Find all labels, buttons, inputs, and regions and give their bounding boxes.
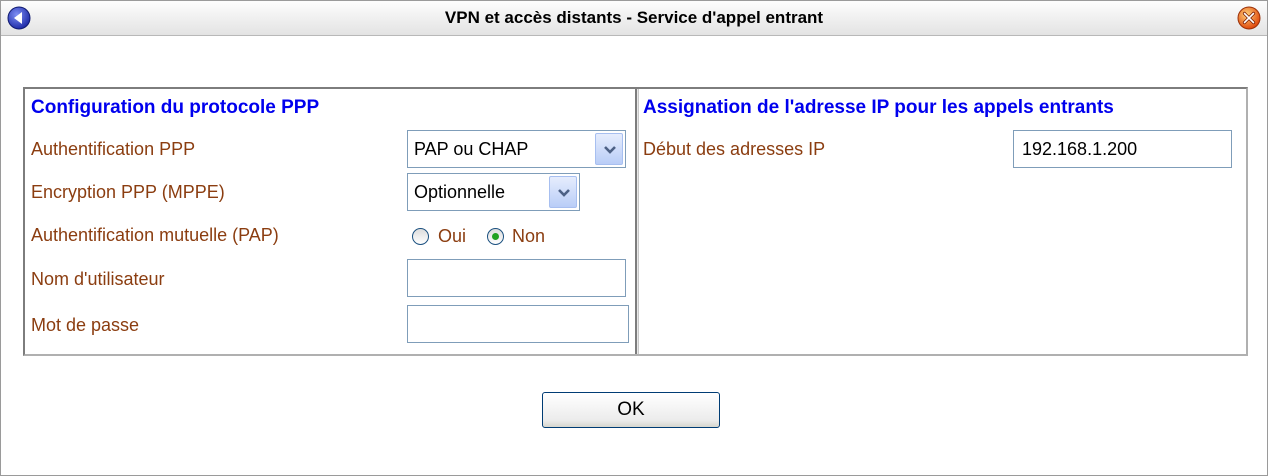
ppp-auth-select[interactable]: PAP ou CHAP: [407, 130, 626, 168]
chevron-down-icon: [558, 189, 570, 197]
password-input[interactable]: [407, 305, 629, 343]
close-button[interactable]: [1237, 6, 1261, 30]
window-title: VPN et accès distants - Service d'appel …: [444, 8, 824, 27]
mutual-auth-oui-label: Oui: [438, 226, 467, 246]
encryption-label: Encryption PPP (MPPE): [31, 182, 225, 202]
title-bar: VPN et accès distants - Service d'appel …: [1, 1, 1267, 36]
username-label: Nom d'utilisateur: [31, 269, 165, 289]
ok-button[interactable]: OK: [542, 392, 720, 428]
radio-selected-dot: [492, 233, 499, 240]
encryption-dropdown-button[interactable]: [549, 176, 577, 208]
ip-start-label: Début des adresses IP: [643, 139, 826, 159]
ppp-auth-dropdown-button[interactable]: [595, 133, 623, 165]
mutual-auth-non-radio[interactable]: [487, 228, 504, 245]
dialog-window: VPN et accès distants - Service d'appel …: [0, 0, 1268, 476]
mutual-auth-oui-radio[interactable]: [412, 228, 429, 245]
mutual-auth-label: Authentification mutuelle (PAP): [31, 225, 279, 245]
password-label: Mot de passe: [31, 315, 140, 335]
ppp-auth-label: Authentification PPP: [31, 139, 196, 159]
username-input[interactable]: [407, 259, 626, 297]
settings-panel: Configuration du protocole PPP Authentif…: [23, 87, 1248, 356]
encryption-select[interactable]: Optionnelle: [407, 173, 580, 211]
ppp-section-title: Configuration du protocole PPP: [31, 97, 320, 118]
ppp-config-section: Configuration du protocole PPP Authentif…: [25, 89, 635, 354]
ppp-auth-value: PAP ou CHAP: [414, 139, 529, 159]
ip-start-input[interactable]: [1013, 130, 1232, 168]
close-icon: [1237, 6, 1261, 30]
ip-section-title: Assignation de l'adresse IP pour les app…: [643, 97, 1114, 118]
ip-assignment-section: Assignation de l'adresse IP pour les app…: [639, 89, 1246, 354]
encryption-value: Optionnelle: [414, 182, 506, 202]
mutual-auth-non-label: Non: [512, 226, 546, 246]
chevron-down-icon: [604, 146, 616, 154]
